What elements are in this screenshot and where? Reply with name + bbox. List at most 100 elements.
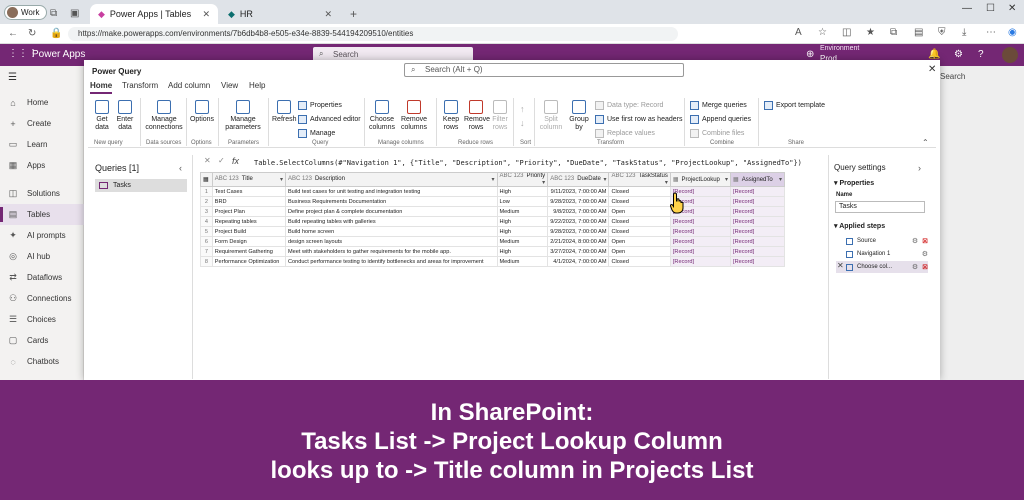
collapse-ribbon-icon[interactable]: ⌃ — [922, 138, 929, 147]
pq-search-input[interactable]: Search (Alt + Q) — [404, 63, 684, 77]
profile-button[interactable]: Work — [4, 5, 47, 20]
data-type-dropdown[interactable]: Data type: Record — [595, 101, 663, 110]
record-cell[interactable]: [Record] — [669, 256, 732, 267]
collapse-queries-icon[interactable]: ‹ — [179, 163, 182, 173]
applied-steps-heading[interactable]: ▾ Applied steps — [834, 222, 885, 230]
advanced-editor-button[interactable]: Advanced editor — [298, 115, 361, 124]
manage-parameters-button[interactable]: Manage parameters — [222, 100, 264, 132]
sort-ascending-icon[interactable]: ↑ — [520, 104, 525, 114]
gear-icon[interactable]: ⚙ — [912, 263, 918, 271]
column-filter-icon[interactable]: ▾ — [542, 179, 545, 186]
minimize-icon[interactable]: — — [962, 3, 972, 14]
column-header-taskstatus[interactable]: ABC 123 TaskStatus ▾ — [608, 172, 671, 187]
choose-columns-button[interactable]: Choose columns — [368, 100, 396, 132]
page-search[interactable]: Search — [940, 72, 965, 81]
nav-item-tables[interactable]: ▤ Tables — [0, 204, 84, 225]
help-icon[interactable]: ? — [978, 49, 984, 60]
manage-button[interactable]: Manage — [298, 129, 335, 138]
column-filter-icon[interactable]: ▾ — [280, 176, 283, 183]
record-cell[interactable]: [Record] — [730, 206, 785, 217]
cancel-formula-icon[interactable]: ✕ — [204, 156, 211, 165]
favorite-icon[interactable]: ☆ — [818, 27, 827, 38]
commit-formula-icon[interactable]: ✓ — [218, 156, 225, 165]
formula-bar[interactable]: Table.SelectColumns(#"Navigation 1", {"T… — [254, 157, 824, 169]
sort-descending-icon[interactable]: ↓ — [520, 118, 525, 128]
close-dialog-icon[interactable]: ✕ — [928, 64, 936, 75]
gear-icon[interactable]: ⚙ — [922, 250, 928, 258]
column-header-description[interactable]: ABC 123 Description ▾ — [284, 172, 498, 187]
column-filter-icon[interactable]: ▾ — [603, 176, 606, 183]
column-filter-icon[interactable]: ▾ — [665, 179, 668, 186]
replace-values-button[interactable]: Replace values — [595, 129, 655, 138]
column-type-icon[interactable]: ABC 123 — [611, 174, 635, 180]
manage-connections-button[interactable]: Manage connections — [144, 100, 184, 132]
nav-item-learn[interactable]: ▭ Learn — [0, 134, 84, 155]
properties-button[interactable]: Properties — [298, 101, 342, 110]
tab-help[interactable]: Help — [249, 81, 265, 90]
step-choose-columns[interactable]: Choose col... ⚙ ⊠ — [836, 261, 928, 273]
remove-columns-button[interactable]: Remove columns — [400, 100, 428, 132]
extensions-icon[interactable]: ⧉ — [890, 27, 897, 38]
copilot-icon[interactable]: ◉ — [1008, 27, 1017, 38]
column-type-icon[interactable]: ▦ — [673, 177, 679, 183]
workspaces-icon[interactable]: ⧉ — [50, 8, 57, 19]
nav-item-solutions[interactable]: ◫ Solutions — [0, 183, 84, 204]
tab-view[interactable]: View — [221, 81, 238, 90]
remove-step-icon[interactable]: ✕ — [837, 261, 844, 270]
nav-item-ai-prompts[interactable]: ✦ AI prompts — [0, 225, 84, 246]
delete-step-icon[interactable]: ⊠ — [922, 263, 928, 271]
record-cell[interactable]: [Record] — [730, 216, 785, 227]
nav-item-choices[interactable]: ☰ Choices — [0, 309, 84, 330]
merge-queries-button[interactable]: Merge queries — [690, 101, 747, 110]
column-header-assignedto[interactable]: ▦ AssignedTo ▾ — [730, 172, 785, 187]
column-header-projectlookup[interactable]: ▦ ProjectLookup ▾ — [669, 172, 732, 187]
column-type-icon[interactable]: ▦ — [733, 177, 739, 183]
hamburger-icon[interactable]: ☰ — [8, 72, 17, 83]
record-cell[interactable]: [Record] — [669, 246, 732, 257]
record-cell[interactable]: [Record] — [669, 226, 732, 237]
query-name-input[interactable]: Tasks — [835, 201, 925, 213]
read-aloud-icon[interactable]: A — [795, 27, 802, 38]
tab-transform[interactable]: Transform — [122, 81, 158, 90]
downloads-icon[interactable]: ⤓ — [962, 27, 966, 38]
record-cell[interactable]: [Record] — [730, 186, 785, 197]
enter-data-button[interactable]: Enter data — [114, 100, 136, 132]
record-cell[interactable]: [Record] — [730, 226, 785, 237]
collapse-settings-icon[interactable]: › — [918, 163, 921, 173]
split-screen-icon[interactable]: ◫ — [842, 27, 851, 38]
nav-item-dataflows[interactable]: ⇄ Dataflows — [0, 267, 84, 288]
app-title[interactable]: Power Apps — [32, 49, 85, 60]
record-cell[interactable]: [Record] — [669, 216, 732, 227]
browser-tab-hr[interactable]: ◆ HR ✕ — [220, 5, 340, 23]
record-cell[interactable]: [Record] — [730, 246, 785, 257]
nav-item-cards[interactable]: ▢ Cards — [0, 330, 84, 351]
get-data-button[interactable]: Get data — [92, 100, 112, 132]
record-cell[interactable]: [Record] — [730, 196, 785, 207]
column-type-icon[interactable]: ABC 123 — [215, 176, 239, 182]
gear-icon[interactable]: ⚙ — [912, 237, 918, 245]
export-template-button[interactable]: Export template — [764, 101, 825, 110]
options-button[interactable]: Options — [189, 100, 215, 124]
back-icon[interactable]: ← — [8, 28, 18, 39]
more-icon[interactable]: ⋯ — [986, 27, 996, 38]
properties-heading[interactable]: ▾ Properties — [834, 179, 874, 187]
nav-item-apps[interactable]: ▦ Apps — [0, 155, 84, 176]
nav-item-create[interactable]: + Create — [0, 113, 84, 134]
delete-step-icon[interactable]: ⊠ — [922, 237, 928, 245]
filter-rows-button[interactable]: Filter rows — [490, 100, 510, 132]
refresh-button[interactable]: Refresh — [272, 100, 297, 124]
tab-add-column[interactable]: Add column — [168, 81, 210, 90]
column-type-icon[interactable]: ABC 123 — [500, 174, 524, 180]
favorites-icon[interactable]: ★ — [866, 27, 875, 38]
column-header-title[interactable]: ABC 123 Title ▾ — [211, 172, 286, 187]
shield-icon[interactable]: ⛨ — [938, 27, 946, 38]
record-cell[interactable]: [Record] — [669, 236, 732, 247]
append-queries-button[interactable]: Append queries — [690, 115, 751, 124]
record-cell[interactable]: [Record] — [730, 236, 785, 247]
settings-icon[interactable]: ⚙ — [954, 49, 963, 60]
nav-item-connections[interactable]: ⚇ Connections — [0, 288, 84, 309]
address-input[interactable]: https://make.powerapps.com/environments/… — [68, 27, 678, 41]
column-filter-icon[interactable]: ▾ — [779, 176, 782, 183]
refresh-icon[interactable]: ↻ — [28, 28, 36, 39]
collections-icon[interactable]: ▤ — [914, 27, 923, 38]
